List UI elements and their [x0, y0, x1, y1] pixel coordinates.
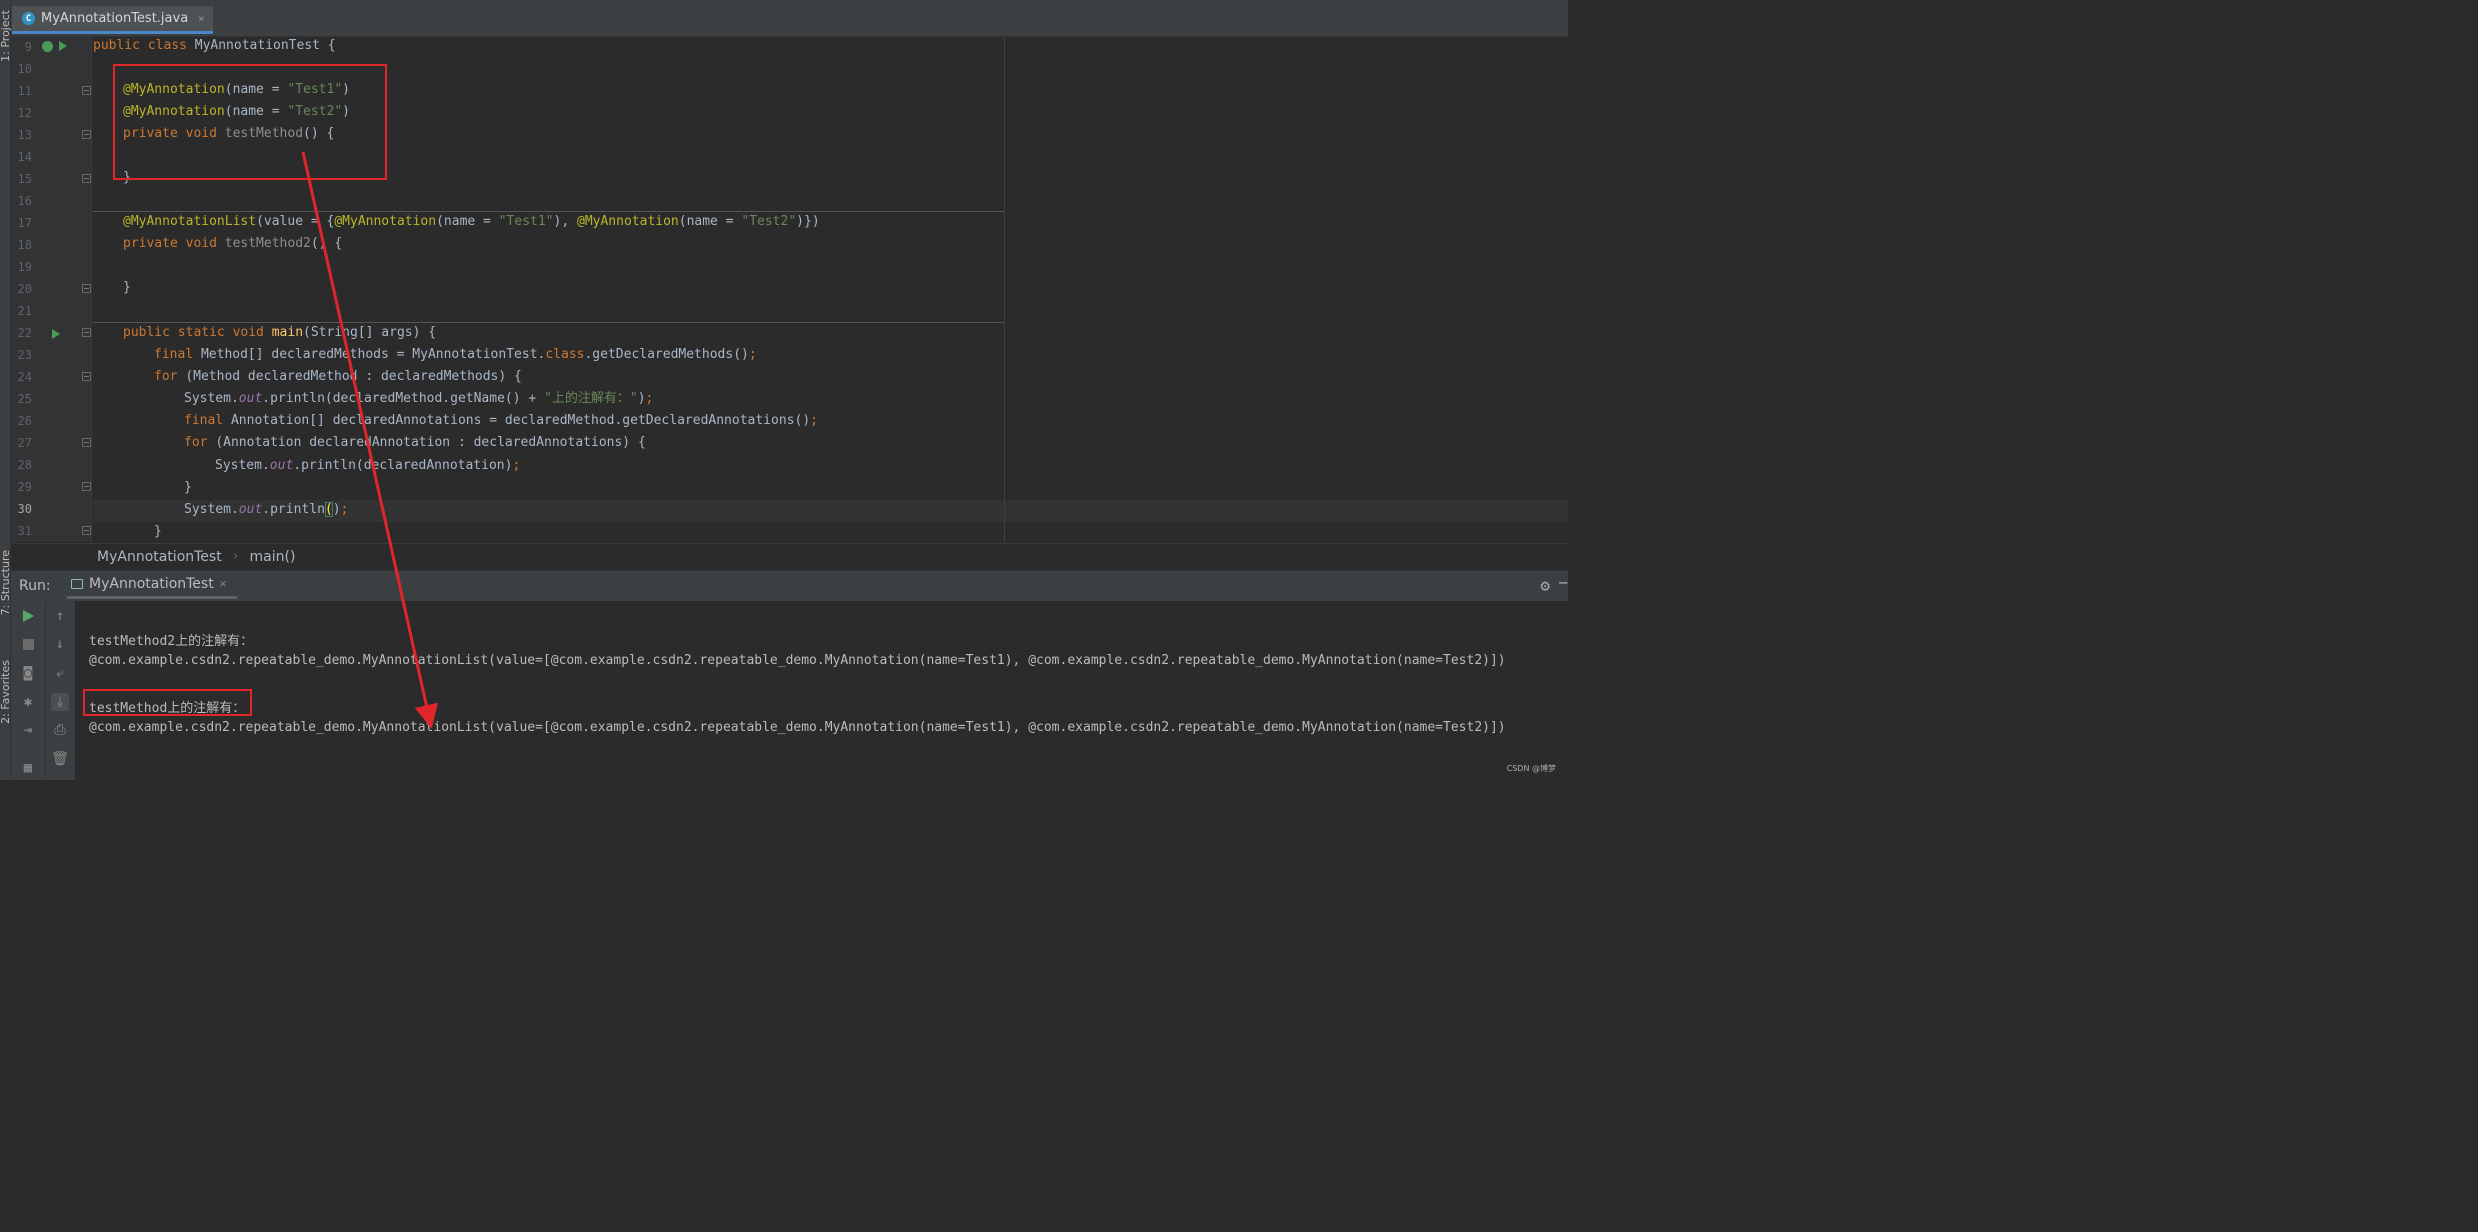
console-line: @com.example.csdn2.repeatable_demo.MyAnn…: [89, 720, 1506, 735]
code-line-17: @MyAnnotationList(value = {@MyAnnotation…: [123, 214, 820, 229]
arrow-down-icon[interactable]: ↓: [51, 635, 69, 653]
stop-icon: [22, 638, 34, 650]
fold-icon[interactable]: [82, 86, 91, 95]
line-number: 26: [17, 414, 32, 428]
code-line-30: System.out.println();: [184, 502, 349, 517]
fold-icon[interactable]: [82, 526, 91, 535]
trash-icon[interactable]: 🗑: [51, 750, 69, 768]
hide-panel-icon[interactable]: −: [1558, 573, 1568, 592]
line-number: 19: [17, 260, 32, 274]
console-line: testMethod2上的注解有：: [89, 634, 254, 649]
line-number: 18: [17, 238, 32, 252]
console-icon: [71, 578, 83, 589]
code-line-27: for (Annotation declaredAnnotation : dec…: [184, 435, 646, 450]
breadcrumb: MyAnnotationTest › main(): [11, 543, 1568, 569]
code-line-23: final Method[] declaredMethods = MyAnnot…: [154, 347, 757, 362]
fold-icon[interactable]: [82, 438, 91, 447]
line-number: 16: [17, 194, 32, 208]
line-number: 15: [17, 172, 32, 186]
line-number: 20: [17, 282, 32, 296]
line-number: 13: [17, 128, 32, 142]
tab-label: MyAnnotationTest.java: [41, 11, 189, 26]
console-line: @com.example.csdn2.repeatable_demo.MyAnn…: [89, 653, 1506, 668]
code-line-20: }: [123, 280, 131, 295]
fold-icon[interactable]: [82, 174, 91, 183]
fold-icon[interactable]: [82, 328, 91, 337]
code-line-18: private void testMethod2() {: [123, 236, 343, 251]
line-number: 21: [17, 304, 32, 318]
tab-myannotationtest-java[interactable]: C MyAnnotationTest.java ×: [12, 6, 213, 34]
breadcrumb-class[interactable]: MyAnnotationTest: [97, 549, 222, 565]
line-number: 28: [17, 458, 32, 472]
code-line-29: }: [184, 480, 192, 495]
run-class-gutter-icon[interactable]: [59, 41, 67, 51]
stop-button[interactable]: [19, 635, 37, 653]
line-number: 10: [17, 62, 32, 76]
editor-gutter: 9 10 11 12 13 14 15 16 17 18 19 20 21 22…: [11, 37, 92, 542]
fold-icon[interactable]: [82, 130, 91, 139]
layout-icon[interactable]: ▦: [19, 759, 37, 777]
fold-icon[interactable]: [82, 284, 91, 293]
line-number: 12: [17, 106, 32, 120]
settings-icon[interactable]: ✱: [19, 693, 37, 711]
code-line-25: System.out.println(declaredMethod.getNam…: [184, 391, 654, 406]
run-toolbar: ◙ ✱ ⇥ ▦ ↑ ↓ ⤶ ⤓ ⎙ 🗑: [11, 601, 75, 780]
editor-tab-bar: C MyAnnotationTest.java ×: [11, 6, 1568, 37]
code-line-24: for (Method declaredMethod : declaredMet…: [154, 369, 522, 384]
line-number: 25: [17, 392, 32, 406]
run-panel-header: Run: MyAnnotationTest × ⚙ −: [11, 570, 1568, 602]
line-number: 23: [17, 348, 32, 362]
line-number: 31: [17, 524, 32, 538]
line-number: 29: [17, 480, 32, 494]
line-number: 27: [17, 436, 32, 450]
breadcrumb-separator: ›: [231, 549, 240, 564]
code-line-28: System.out.println(declaredAnnotation);: [215, 458, 521, 473]
code-line-26: final Annotation[] declaredAnnotations =…: [184, 413, 818, 428]
left-tool-strip: 1: Project 7: Structure 2: Favorites: [0, 0, 12, 780]
close-icon[interactable]: ×: [198, 12, 205, 25]
scroll-to-end-icon[interactable]: ⤓: [51, 693, 69, 711]
line-number: 22: [17, 326, 32, 340]
line-number: 14: [17, 150, 32, 164]
run-panel-title: Run:: [19, 578, 51, 594]
console-output[interactable]: testMethod2上的注解有： @com.example.csdn2.rep…: [75, 601, 1568, 780]
code-line-22: public static void main(String[] args) {: [123, 325, 437, 340]
highlight-box-output: [83, 689, 252, 716]
gear-icon[interactable]: ⚙: [1540, 576, 1550, 595]
watermark: CSDN @博梦: [1506, 764, 1556, 773]
fold-icon[interactable]: [82, 372, 91, 381]
line-number: 9: [24, 40, 32, 54]
run-toolbar-secondary: ↑ ↓ ⤶ ⤓ ⎙ 🗑: [45, 601, 75, 780]
camera-icon[interactable]: ◙: [19, 664, 37, 682]
line-number: 11: [17, 84, 32, 98]
fold-icon[interactable]: [82, 482, 91, 491]
implementation-gutter-icon[interactable]: [42, 41, 53, 52]
soft-wrap-icon[interactable]: ⤶: [51, 664, 69, 682]
run-tab-myannotationtest[interactable]: MyAnnotationTest ×: [67, 571, 237, 599]
text-cursor: (: [324, 502, 333, 517]
highlight-box-annotations: [113, 64, 387, 180]
rerun-button[interactable]: [19, 607, 37, 625]
close-icon[interactable]: ×: [220, 577, 227, 590]
arrow-up-icon[interactable]: ↑: [51, 607, 69, 625]
run-tab-label: MyAnnotationTest: [89, 575, 214, 592]
exit-icon[interactable]: ⇥: [19, 721, 37, 739]
breadcrumb-method[interactable]: main(): [250, 549, 296, 565]
java-class-icon: C: [22, 12, 35, 25]
code-line-9: public class MyAnnotationTest {: [93, 38, 336, 53]
print-icon[interactable]: ⎙: [51, 721, 69, 739]
run-main-gutter-icon[interactable]: [52, 329, 60, 339]
play-icon: [22, 610, 34, 622]
code-line-31: }: [154, 524, 162, 539]
line-number: 17: [17, 216, 32, 230]
line-number-current: 30: [17, 502, 32, 516]
line-number: 24: [17, 370, 32, 384]
